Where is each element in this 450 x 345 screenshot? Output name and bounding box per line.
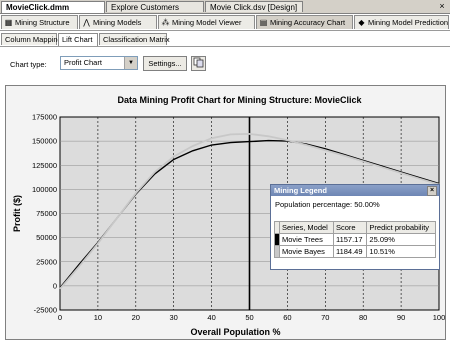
- close-icon[interactable]: ×: [437, 1, 447, 11]
- tab-column-mapping[interactable]: Column Mapping: [1, 33, 62, 45]
- tab-label: Mining Models: [93, 18, 142, 27]
- accuracy-sub-tab-strip: Column Mapping Lift Chart Classification…: [0, 32, 450, 47]
- document-tab-strip: MovieClick.dmm [Design] Explore Customer…: [0, 0, 450, 23]
- legend-probability: 25.09%: [366, 233, 436, 246]
- tab-mining-structure[interactable]: ▦ Mining Structure: [1, 15, 78, 29]
- x-tick-label: 60: [283, 313, 291, 322]
- doc-tab-dmm-design[interactable]: MovieClick.dmm [Design]: [1, 1, 105, 23]
- y-tick-label: 75000: [36, 209, 57, 218]
- y-tick-label: 0: [53, 281, 57, 290]
- prediction-icon: ◆: [358, 18, 365, 27]
- y-axis-label: Profit ($): [12, 195, 22, 232]
- chevron-down-icon[interactable]: ▼: [124, 57, 137, 69]
- tab-mining-model-prediction[interactable]: ◆ Mining Model Prediction: [354, 15, 449, 29]
- y-tick-label: -25000: [34, 306, 57, 315]
- tab-label: Mining Structure: [15, 18, 70, 27]
- legend-score: 1157.17: [332, 233, 368, 246]
- legend-row[interactable]: Movie Trees 1157.17 25.09%: [274, 233, 436, 246]
- tab-label: Mining Accuracy Chart: [270, 18, 346, 27]
- y-tick-label: 50000: [36, 233, 57, 242]
- y-tick-label: 100000: [32, 185, 57, 194]
- x-axis-label: Overall Population %: [190, 327, 280, 337]
- y-tick-label: 25000: [36, 257, 57, 266]
- mining-models-icon: ⋀: [83, 18, 90, 27]
- mining-structure-icon: ▦: [4, 18, 13, 27]
- x-tick-label: 20: [132, 313, 140, 322]
- legend-table: Series, Model Score Predict probability …: [274, 221, 436, 258]
- legend-header-row: Series, Model Score Predict probability: [274, 221, 436, 234]
- tab-lift-chart[interactable]: Lift Chart: [58, 33, 98, 46]
- x-tick-label: 90: [397, 313, 405, 322]
- x-tick-label: 80: [359, 313, 367, 322]
- chart-type-select[interactable]: Profit Chart ▼: [60, 56, 138, 70]
- copy-chart-button[interactable]: [191, 56, 206, 71]
- tab-mining-accuracy-chart[interactable]: ▤ Mining Accuracy Chart: [256, 15, 353, 29]
- legend-model: Movie Trees: [279, 233, 334, 246]
- x-tick-label: 0: [58, 313, 62, 322]
- tab-label: Mining Model Prediction: [368, 18, 449, 27]
- legend-row[interactable]: Movie Bayes 1184.49 10.51%: [274, 245, 436, 258]
- tab-mining-models[interactable]: ⋀ Mining Models: [79, 15, 157, 29]
- y-tick-label: 125000: [32, 161, 57, 170]
- legend-header-model: Series, Model: [279, 221, 334, 234]
- model-viewer-icon: ⁂: [161, 18, 170, 27]
- copy-icon: [193, 57, 204, 68]
- settings-button[interactable]: Settings...: [143, 56, 187, 71]
- chart-title: Data Mining Profit Chart for Mining Stru…: [117, 95, 362, 105]
- doc-tab-explore-customers[interactable]: Explore Customers Table: [106, 1, 204, 23]
- chart-type-value: Profit Chart: [64, 58, 102, 67]
- legend-header-probability: Predict probability: [366, 221, 436, 234]
- legend-score: 1184.49: [332, 245, 368, 258]
- legend-title-bar[interactable]: Mining Legend ×: [271, 185, 439, 196]
- x-tick-label: 70: [321, 313, 329, 322]
- tab-mining-model-viewer[interactable]: ⁂ Mining Model Viewer: [158, 15, 255, 29]
- population-percentage: Population percentage: 50.00%: [275, 200, 380, 209]
- mining-legend-window[interactable]: Mining Legend × Population percentage: 5…: [270, 184, 440, 270]
- tab-label: Mining Model Viewer: [172, 18, 242, 27]
- x-tick-label: 40: [207, 313, 215, 322]
- y-tick-label: 150000: [32, 137, 57, 146]
- legend-header-score: Score: [332, 221, 368, 234]
- legend-title: Mining Legend: [274, 186, 327, 195]
- designer-tab-strip: ▦ Mining Structure ⋀ Mining Models ⁂ Mining…: [0, 14, 450, 31]
- x-tick-label: 10: [94, 313, 102, 322]
- doc-tab-dsv-design[interactable]: Movie Click.dsv [Design]: [205, 1, 303, 12]
- legend-model: Movie Bayes: [279, 245, 334, 258]
- y-tick-label: 175000: [32, 113, 57, 122]
- tab-classification-matrix[interactable]: Classification Matrix: [99, 33, 170, 45]
- chart-type-label: Chart type:: [10, 60, 47, 69]
- x-tick-label: 100: [433, 313, 446, 322]
- legend-probability: 10.51%: [366, 245, 436, 258]
- x-tick-label: 50: [245, 313, 253, 322]
- x-tick-label: 30: [170, 313, 178, 322]
- close-icon[interactable]: ×: [427, 186, 437, 196]
- accuracy-chart-icon: ▤: [259, 18, 268, 27]
